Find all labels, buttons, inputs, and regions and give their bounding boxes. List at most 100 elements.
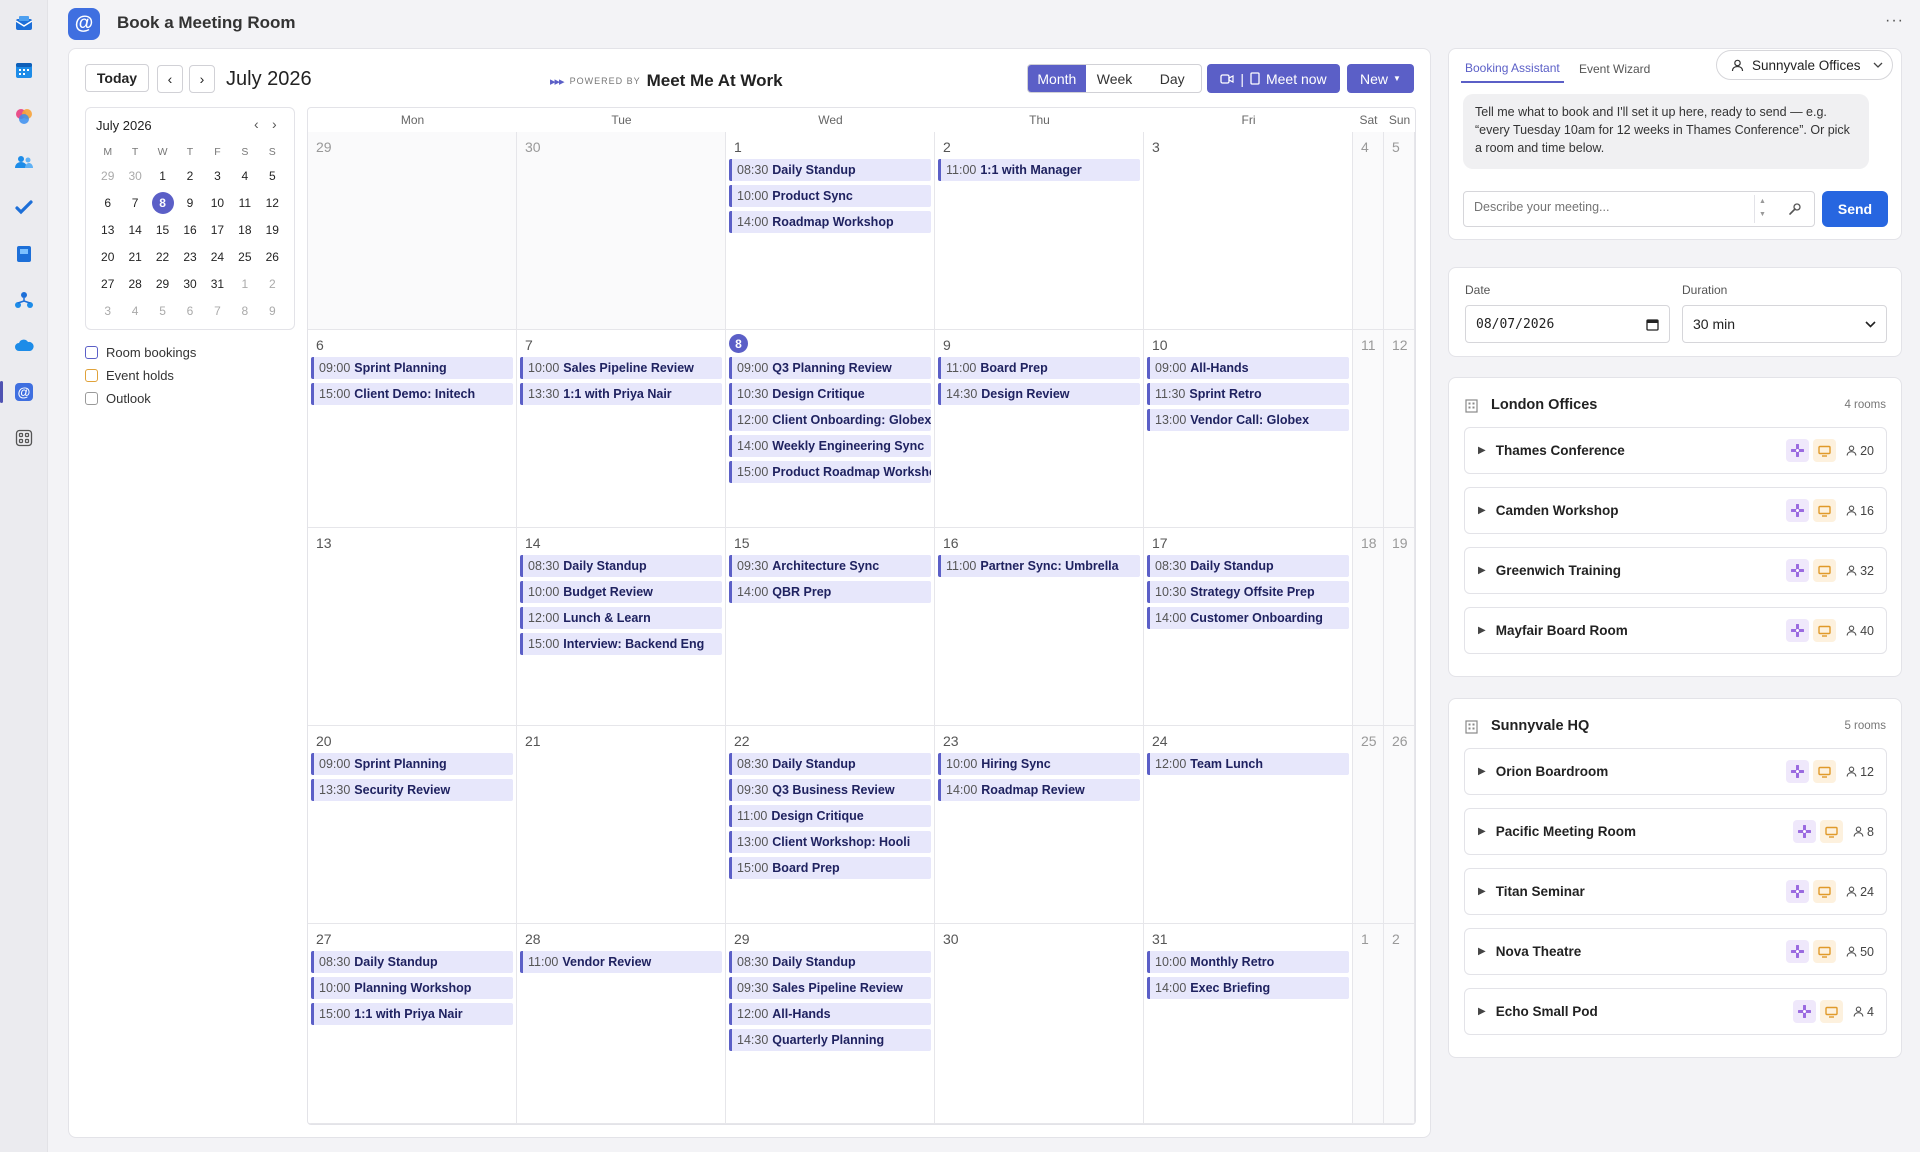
day-cell[interactable]: 8 09:00 Q3 Planning Review 10:30 Design Crit… — [726, 330, 935, 528]
legend-item[interactable]: Outlook — [85, 387, 196, 410]
view-day-button[interactable]: Day — [1143, 65, 1201, 92]
expand-caret-icon[interactable]: ▶ — [1478, 505, 1486, 516]
day-cell[interactable]: 29 08:30 Daily Standup 09:30 Sales Pipeline … — [726, 924, 935, 1124]
mic-icon[interactable] — [1788, 202, 1802, 216]
calendar-event[interactable]: 13:30 1:1 with Priya Nair — [520, 383, 722, 405]
mini-day[interactable]: 12 — [259, 189, 286, 216]
calendar-event[interactable]: 08:30 Daily Standup — [729, 753, 931, 775]
expand-caret-icon[interactable]: ▶ — [1478, 445, 1486, 456]
calendar-event[interactable]: 15:00 Client Demo: Initech — [311, 383, 513, 405]
mini-day[interactable]: 20 — [94, 243, 121, 270]
mini-day[interactable]: 7 — [121, 189, 148, 216]
expand-caret-icon[interactable]: ▶ — [1478, 565, 1486, 576]
calendar-event[interactable]: 10:30 Strategy Offsite Prep — [1147, 581, 1349, 603]
calendar-event[interactable]: 14:00 Weekly Engineering Sync — [729, 435, 931, 457]
day-cell[interactable]: 26 — [1384, 726, 1415, 924]
calendar-event[interactable]: 10:00 Planning Workshop — [311, 977, 513, 999]
calendar-event[interactable]: 11:00 Vendor Review — [520, 951, 722, 973]
mini-day[interactable]: 1 — [149, 162, 176, 189]
mini-day[interactable]: 14 — [121, 216, 148, 243]
day-cell[interactable]: 29 — [308, 132, 517, 330]
day-cell[interactable]: 19 — [1384, 528, 1415, 726]
day-cell[interactable]: 30 — [935, 924, 1144, 1124]
day-cell[interactable]: 12 — [1384, 330, 1415, 528]
calendar-event[interactable]: 14:00 Exec Briefing — [1147, 977, 1349, 999]
meeting-description-input[interactable] — [1474, 200, 1744, 214]
calendar-event[interactable]: 08:30 Daily Standup — [520, 555, 722, 577]
day-cell[interactable]: 28 11:00 Vendor Review — [517, 924, 726, 1124]
calendar-event[interactable]: 09:30 Sales Pipeline Review — [729, 977, 931, 999]
day-cell[interactable]: 20 09:00 Sprint Planning 13:30 Security Revi… — [308, 726, 517, 924]
calendar-event[interactable]: 11:00 Board Prep — [938, 357, 1140, 379]
day-cell[interactable]: 21 — [517, 726, 726, 924]
calendar-event[interactable]: 14:00 Roadmap Workshop — [729, 211, 931, 233]
day-cell[interactable]: 2 — [1384, 924, 1415, 1124]
mini-day[interactable]: 29 — [149, 270, 176, 297]
calendar-event[interactable]: 10:00 Sales Pipeline Review — [520, 357, 722, 379]
day-cell[interactable]: 1 08:30 Daily Standup 10:00 Product Sync 14:0… — [726, 132, 935, 330]
calendar-picker-icon[interactable] — [1646, 318, 1659, 331]
mini-day[interactable]: 22 — [149, 243, 176, 270]
people-icon[interactable] — [10, 148, 38, 176]
day-cell[interactable]: 31 10:00 Monthly Retro 14:00 Exec Briefing — [1144, 924, 1353, 1124]
copilot-icon[interactable] — [10, 102, 38, 130]
mini-day[interactable]: 21 — [121, 243, 148, 270]
bookings-icon[interactable] — [10, 240, 38, 268]
calendar-event[interactable]: 08:30 Daily Standup — [311, 951, 513, 973]
tab-event-wizard[interactable]: Event Wizard — [1575, 55, 1654, 83]
location-selector[interactable]: Sunnyvale Offices — [1716, 50, 1893, 80]
new-button[interactable]: New ▼ — [1347, 64, 1414, 93]
mini-day[interactable]: 15 — [149, 216, 176, 243]
mini-day[interactable]: 16 — [176, 216, 203, 243]
calendar-event[interactable]: 08:30 Daily Standup — [729, 159, 931, 181]
legend-item[interactable]: Event holds — [85, 364, 196, 387]
calendar-event[interactable]: 11:00 1:1 with Manager — [938, 159, 1140, 181]
mini-day[interactable]: 10 — [204, 189, 231, 216]
calendar-event[interactable]: 12:00 Lunch & Learn — [520, 607, 722, 629]
calendar-event[interactable]: 09:00 All-Hands — [1147, 357, 1349, 379]
day-cell[interactable]: 15 09:30 Architecture Sync 14:00 QBR Prep — [726, 528, 935, 726]
calendar-event[interactable]: 11:00 Partner Sync: Umbrella — [938, 555, 1140, 577]
day-cell[interactable]: 30 — [517, 132, 726, 330]
today-button[interactable]: Today — [85, 64, 149, 92]
expand-caret-icon[interactable]: ▶ — [1478, 766, 1486, 777]
day-cell[interactable]: 7 10:00 Sales Pipeline Review 13:30 1:1 with… — [517, 330, 726, 528]
mail-icon[interactable] — [10, 10, 38, 38]
calendar-event[interactable]: 10:30 Design Critique — [729, 383, 931, 405]
day-cell[interactable]: 16 11:00 Partner Sync: Umbrella — [935, 528, 1144, 726]
mini-day[interactable]: 29 — [94, 162, 121, 189]
calendar-event[interactable]: 08:30 Daily Standup — [729, 951, 931, 973]
legend-checkbox[interactable] — [85, 392, 98, 405]
day-cell[interactable]: 11 — [1353, 330, 1384, 528]
send-button[interactable]: Send — [1822, 191, 1888, 227]
mini-next-button[interactable]: › — [272, 116, 277, 132]
day-cell[interactable]: 10 09:00 All-Hands 11:30 Sprint Retro 13:00 Ve… — [1144, 330, 1353, 528]
calendar-event[interactable]: 12:00 Client Onboarding: Globex — [729, 409, 931, 431]
apps-icon[interactable] — [10, 424, 38, 452]
calendar-event[interactable]: 08:30 Daily Standup — [1147, 555, 1349, 577]
view-week-button[interactable]: Week — [1086, 65, 1144, 92]
day-cell[interactable]: 25 — [1353, 726, 1384, 924]
mini-day[interactable]: 17 — [204, 216, 231, 243]
mini-day[interactable]: 4 — [231, 162, 258, 189]
mini-day[interactable]: 31 — [204, 270, 231, 297]
calendar-event[interactable]: 11:30 Sprint Retro — [1147, 383, 1349, 405]
mini-day[interactable]: 5 — [259, 162, 286, 189]
more-options-button[interactable]: ··· — [1885, 12, 1904, 30]
day-cell[interactable]: 2 11:00 1:1 with Manager — [935, 132, 1144, 330]
legend-checkbox[interactable] — [85, 346, 98, 359]
mini-day[interactable]: 4 — [121, 297, 148, 324]
day-cell[interactable]: 18 — [1353, 528, 1384, 726]
calendar-icon[interactable] — [10, 56, 38, 84]
mini-day[interactable]: 7 — [204, 297, 231, 324]
calendar-event[interactable]: 13:00 Client Workshop: Hooli — [729, 831, 931, 853]
calendar-event[interactable]: 09:30 Q3 Business Review — [729, 779, 931, 801]
room-row[interactable]: ▶ Nova Theatre 50 — [1464, 928, 1887, 975]
day-cell[interactable]: 27 08:30 Daily Standup 10:00 Planning Worksh… — [308, 924, 517, 1124]
mini-day-selected[interactable]: 8 — [149, 189, 176, 216]
mini-day[interactable]: 3 — [204, 162, 231, 189]
mini-day[interactable]: 1 — [231, 270, 258, 297]
legend-item[interactable]: Room bookings — [85, 341, 196, 364]
calendar-event[interactable]: 14:30 Quarterly Planning — [729, 1029, 931, 1051]
room-group-header[interactable]: London Offices 4 rooms — [1464, 393, 1886, 417]
